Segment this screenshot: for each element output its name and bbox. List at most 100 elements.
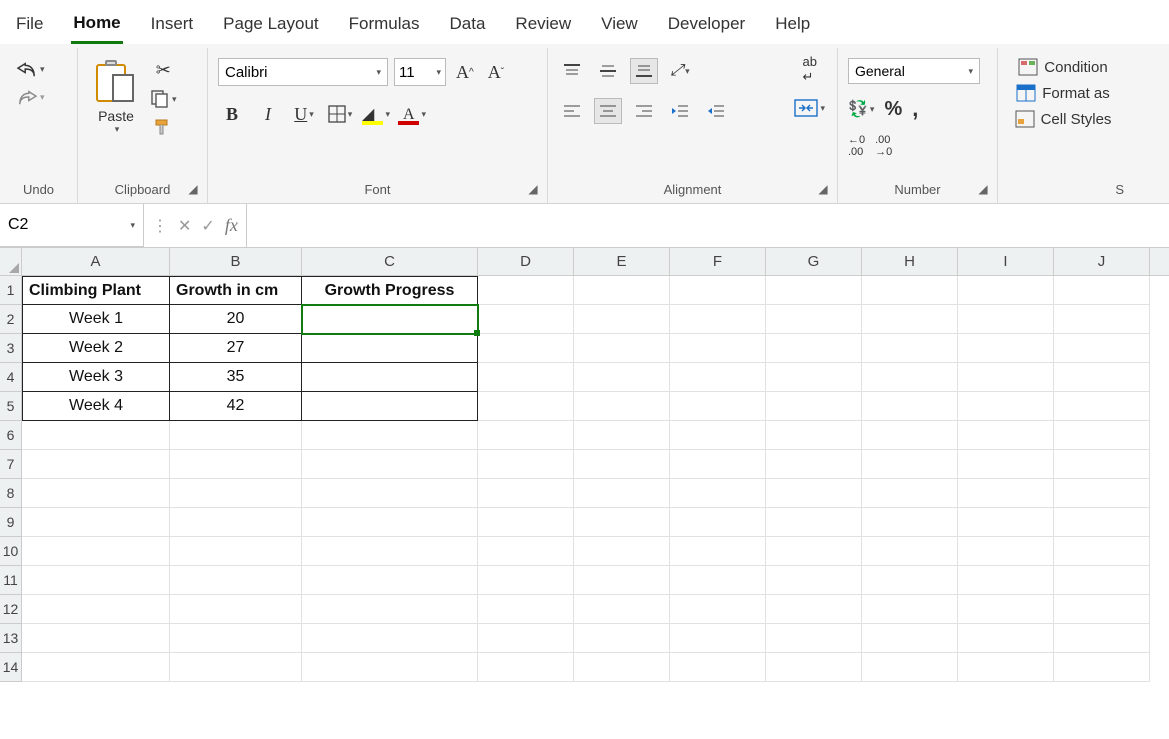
cell[interactable]: Week 4 (22, 392, 170, 421)
fx-icon[interactable]: fx (225, 215, 238, 236)
cell[interactable] (670, 479, 766, 508)
select-all-button[interactable] (0, 248, 22, 276)
tab-formulas[interactable]: Formulas (347, 10, 422, 42)
cell[interactable] (302, 305, 478, 334)
cell[interactable] (1054, 537, 1150, 566)
align-left-button[interactable] (558, 98, 586, 124)
cell[interactable] (670, 305, 766, 334)
col-header-f[interactable]: F (670, 248, 766, 275)
cell[interactable] (1054, 276, 1150, 305)
cell[interactable]: Week 2 (22, 334, 170, 363)
row-header[interactable]: 3 (0, 334, 22, 363)
cell[interactable] (302, 566, 478, 595)
cell[interactable] (302, 363, 478, 392)
cell[interactable] (574, 653, 670, 682)
cell[interactable] (1054, 421, 1150, 450)
cell[interactable] (1054, 392, 1150, 421)
cell[interactable] (1054, 653, 1150, 682)
cell[interactable] (766, 392, 862, 421)
cell[interactable] (1054, 305, 1150, 334)
row-header[interactable]: 5 (0, 392, 22, 421)
accounting-format-button[interactable]: 💱▾ (848, 99, 874, 119)
cell[interactable] (766, 363, 862, 392)
cell[interactable] (958, 363, 1054, 392)
col-header-h[interactable]: H (862, 248, 958, 275)
conditional-formatting-button[interactable]: Condition (1008, 54, 1118, 80)
cell[interactable] (170, 479, 302, 508)
tab-view[interactable]: View (599, 10, 640, 42)
cell[interactable] (766, 653, 862, 682)
cell[interactable] (766, 334, 862, 363)
tab-help[interactable]: Help (773, 10, 812, 42)
cell[interactable] (574, 363, 670, 392)
orientation-button[interactable]: ⤢▾ (666, 58, 694, 84)
underline-button[interactable]: U▾ (290, 100, 318, 128)
cell[interactable] (574, 450, 670, 479)
align-center-button[interactable] (594, 98, 622, 124)
cell[interactable] (958, 334, 1054, 363)
cell[interactable] (862, 508, 958, 537)
tab-file[interactable]: File (14, 10, 45, 42)
cell[interactable] (958, 421, 1054, 450)
cell[interactable] (22, 566, 170, 595)
cell[interactable] (1054, 334, 1150, 363)
cell[interactable] (670, 392, 766, 421)
tab-home[interactable]: Home (71, 9, 122, 44)
row-header[interactable]: 4 (0, 363, 22, 392)
cell[interactable] (478, 479, 574, 508)
cell[interactable] (958, 305, 1054, 334)
cell[interactable] (862, 624, 958, 653)
cell[interactable] (670, 276, 766, 305)
percent-button[interactable]: % (884, 98, 902, 121)
undo-button[interactable]: ▾ (16, 60, 45, 78)
cell[interactable] (766, 276, 862, 305)
increase-indent-button[interactable] (702, 98, 730, 124)
cell[interactable] (478, 450, 574, 479)
cell[interactable] (574, 276, 670, 305)
cell[interactable] (670, 421, 766, 450)
cell[interactable] (22, 450, 170, 479)
cell[interactable] (958, 276, 1054, 305)
tab-data[interactable]: Data (448, 10, 488, 42)
copy-button[interactable]: ▾ (150, 89, 177, 109)
expand-icon[interactable]: ⋮ (152, 216, 168, 236)
cell[interactable] (670, 595, 766, 624)
cell[interactable] (1054, 624, 1150, 653)
increase-decimal-button[interactable]: ←0.00 (848, 134, 865, 158)
cell[interactable] (958, 450, 1054, 479)
cell[interactable] (670, 334, 766, 363)
cut-button[interactable]: ✂ (156, 60, 171, 81)
cell[interactable] (302, 624, 478, 653)
cell[interactable] (574, 508, 670, 537)
cell[interactable] (670, 363, 766, 392)
col-header-c[interactable]: C (302, 248, 478, 275)
cell[interactable] (862, 537, 958, 566)
cell[interactable] (478, 276, 574, 305)
row-header[interactable]: 7 (0, 450, 22, 479)
tab-developer[interactable]: Developer (666, 10, 748, 42)
cell[interactable] (958, 479, 1054, 508)
cell[interactable] (302, 595, 478, 624)
cell[interactable] (862, 363, 958, 392)
cell[interactable] (478, 595, 574, 624)
number-launcher[interactable]: ◢ (975, 181, 991, 197)
increase-font-button[interactable]: A^ (452, 62, 478, 83)
cell[interactable] (478, 305, 574, 334)
cell[interactable]: 42 (170, 392, 302, 421)
cell[interactable] (1054, 595, 1150, 624)
cell[interactable] (574, 479, 670, 508)
cell[interactable] (478, 566, 574, 595)
font-color-button[interactable]: A ▾ (398, 100, 426, 128)
row-header[interactable]: 6 (0, 421, 22, 450)
cell[interactable] (1054, 363, 1150, 392)
wrap-text-button[interactable]: ab↵ (803, 54, 817, 85)
cell[interactable] (862, 334, 958, 363)
cell[interactable] (478, 537, 574, 566)
col-header-d[interactable]: D (478, 248, 574, 275)
cell[interactable] (862, 305, 958, 334)
cell[interactable] (1054, 566, 1150, 595)
cell[interactable] (478, 334, 574, 363)
cell[interactable] (170, 450, 302, 479)
cell[interactable] (574, 624, 670, 653)
merge-center-button[interactable]: ▾ (794, 99, 825, 117)
